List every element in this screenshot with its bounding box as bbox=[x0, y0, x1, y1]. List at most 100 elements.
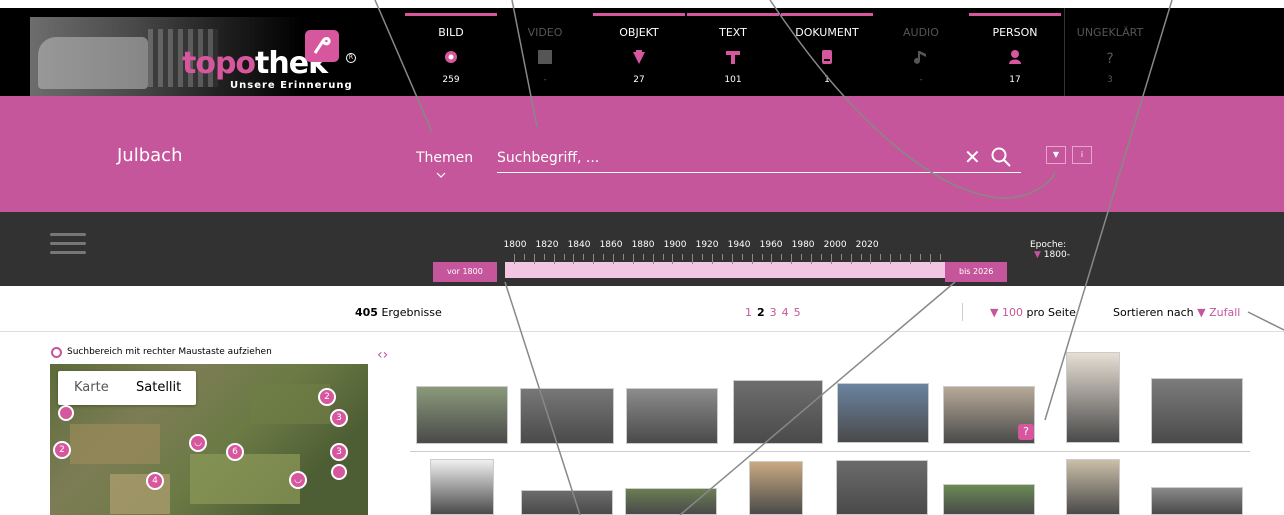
map-cluster-pin[interactable]: 2 bbox=[318, 388, 336, 406]
result-thumbnail[interactable] bbox=[416, 386, 508, 444]
timeline-tick bbox=[652, 254, 654, 264]
timeline-tick bbox=[721, 254, 723, 260]
timeline-year-label: 1880 bbox=[631, 240, 655, 250]
timeline-year-label: 2000 bbox=[823, 240, 847, 250]
timeline-tick bbox=[613, 254, 614, 264]
search-icon[interactable] bbox=[990, 146, 1012, 168]
category-label: OBJEKT bbox=[619, 26, 659, 39]
result-thumbnail[interactable] bbox=[430, 459, 494, 515]
page-link-3[interactable]: 3 bbox=[770, 306, 777, 319]
divider bbox=[410, 451, 1250, 452]
text-icon bbox=[726, 51, 740, 64]
page-root: topothek R Unsere Erinnerung BILD 259 VIDE… bbox=[0, 0, 1284, 515]
search-input[interactable] bbox=[497, 147, 797, 169]
timeline-tick bbox=[811, 254, 812, 264]
epoche-selector[interactable]: Epoche: ▼ 1800- bbox=[1030, 240, 1070, 260]
category-indicator bbox=[969, 13, 1061, 16]
per-page-selector[interactable]: ▼ 100 pro Seite bbox=[990, 306, 1076, 319]
category-video[interactable]: VIDEO - bbox=[499, 13, 591, 96]
category-text[interactable]: TEXT 101 bbox=[687, 13, 779, 96]
map-cluster-pin[interactable]: 6 bbox=[226, 443, 244, 461]
category-count: 1 bbox=[824, 75, 830, 85]
result-thumbnail[interactable] bbox=[1066, 352, 1120, 443]
timeline-year-label: 1980 bbox=[791, 240, 815, 250]
map-cluster-pin[interactable]: 3 bbox=[330, 443, 348, 461]
chevron-down-icon[interactable] bbox=[436, 172, 446, 178]
timeline-tick bbox=[870, 254, 872, 264]
result-thumbnail[interactable] bbox=[1151, 487, 1243, 515]
hamburger-menu-icon[interactable] bbox=[50, 233, 86, 255]
result-thumbnail[interactable] bbox=[1151, 378, 1243, 444]
category-count: 17 bbox=[1009, 75, 1021, 85]
category-indicator bbox=[405, 13, 497, 16]
map-pin-icon[interactable]: ◡ bbox=[189, 434, 207, 452]
timeline-tick bbox=[771, 254, 773, 264]
category-dokument[interactable]: DOKUMENT 1 bbox=[781, 13, 873, 96]
map-hint: Suchbereich mit rechter Maustaste aufzie… bbox=[67, 347, 272, 357]
category-label: BILD bbox=[438, 26, 464, 39]
result-thumbnail[interactable] bbox=[1066, 459, 1120, 515]
timeline-tick bbox=[514, 254, 515, 264]
timeline-tick bbox=[603, 254, 605, 260]
timeline-tick bbox=[642, 254, 644, 260]
timeline-tick bbox=[692, 254, 694, 264]
timeline-tick bbox=[791, 254, 793, 264]
map-type-toggle[interactable]: Karte Satellit bbox=[58, 371, 196, 405]
map-pin-icon[interactable]: ◡ bbox=[289, 471, 307, 489]
category-objekt[interactable]: OBJEKT 27 bbox=[593, 13, 685, 96]
map-cluster-pin[interactable]: 4 bbox=[146, 472, 164, 490]
timeline-tick bbox=[820, 254, 822, 260]
category-person[interactable]: PERSON 17 bbox=[969, 13, 1061, 96]
timeline-year-label: 1820 bbox=[535, 240, 559, 250]
result-thumbnail[interactable] bbox=[943, 484, 1035, 515]
info-button[interactable]: i bbox=[1072, 146, 1092, 164]
logo-photo-truck bbox=[38, 37, 148, 89]
sort-selector[interactable]: Sortieren nach ▼ Zufall bbox=[1113, 306, 1240, 319]
page-link-2[interactable]: 2 bbox=[757, 306, 765, 319]
image-icon bbox=[445, 51, 457, 63]
filter-button[interactable]: ▼ bbox=[1046, 146, 1066, 164]
timeline-tick bbox=[781, 254, 783, 260]
timeline-tick bbox=[939, 254, 941, 260]
category-label: PERSON bbox=[992, 26, 1038, 39]
map-cluster-pin[interactable]: 2 bbox=[53, 441, 71, 459]
clear-icon[interactable]: ✕ bbox=[964, 146, 984, 168]
category-audio[interactable]: AUDIO - bbox=[875, 13, 967, 96]
result-thumbnail[interactable] bbox=[733, 380, 823, 444]
result-thumbnail[interactable] bbox=[749, 461, 803, 515]
category-bild[interactable]: BILD 259 bbox=[405, 13, 497, 96]
result-thumbnail[interactable] bbox=[836, 460, 928, 515]
triangle-down-icon: ▼ bbox=[1197, 306, 1206, 319]
result-thumbnail[interactable] bbox=[521, 490, 613, 515]
map-pin-icon[interactable] bbox=[331, 464, 347, 480]
map-type-satellit[interactable]: Satellit bbox=[136, 380, 181, 395]
themen-dropdown[interactable]: Themen bbox=[416, 150, 473, 166]
map-type-karte[interactable]: Karte bbox=[74, 380, 109, 395]
map-cluster-pin[interactable]: 3 bbox=[330, 409, 348, 427]
category-label: UNGEKLÄRT bbox=[1076, 26, 1144, 39]
category-ungeklärt[interactable]: UNGEKLÄRT? 3 bbox=[1064, 13, 1156, 96]
result-thumbnail[interactable] bbox=[520, 388, 614, 444]
timeline-tick bbox=[712, 254, 713, 264]
category-label: AUDIO bbox=[903, 26, 939, 39]
map-pin-icon[interactable] bbox=[58, 405, 74, 421]
timeline-tick bbox=[900, 254, 902, 260]
timeline-start-handle[interactable]: vor 1800 bbox=[433, 262, 497, 282]
timeline-track[interactable] bbox=[505, 262, 945, 278]
object-icon bbox=[633, 50, 645, 64]
timeline-tick bbox=[543, 254, 545, 260]
result-thumbnail[interactable] bbox=[626, 388, 718, 444]
page-link-4[interactable]: 4 bbox=[782, 306, 789, 319]
page-link-1[interactable]: 1 bbox=[745, 306, 752, 319]
page-link-5[interactable]: 5 bbox=[794, 306, 801, 319]
logo[interactable]: topothek R Unsere Erinnerung bbox=[30, 17, 370, 100]
timeline-end-handle[interactable]: bis 2026 bbox=[945, 262, 1008, 282]
timeline-tick bbox=[840, 254, 842, 260]
result-thumbnail[interactable] bbox=[837, 383, 929, 443]
collapse-map-icon[interactable]: ‹› bbox=[377, 347, 388, 363]
timeline-tick bbox=[890, 254, 892, 264]
divider bbox=[0, 331, 1284, 332]
timeline-tick bbox=[593, 254, 595, 264]
timeline-tick bbox=[622, 254, 624, 260]
result-thumbnail[interactable] bbox=[625, 488, 717, 515]
